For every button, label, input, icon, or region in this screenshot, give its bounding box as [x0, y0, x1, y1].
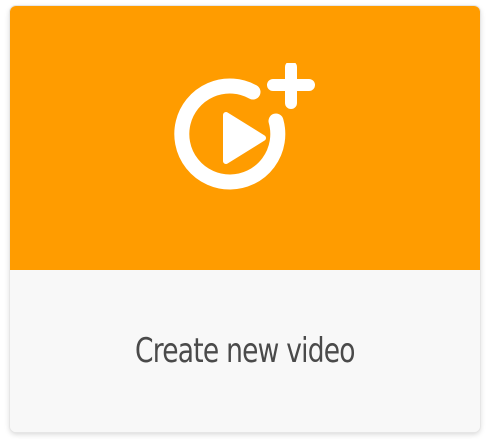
- card-label: Create new video: [135, 331, 356, 371]
- create-new-video-card[interactable]: Create new video: [10, 6, 480, 432]
- card-footer: Create new video: [10, 270, 480, 432]
- video-add-icon: [174, 63, 315, 190]
- card-hero: [10, 6, 480, 270]
